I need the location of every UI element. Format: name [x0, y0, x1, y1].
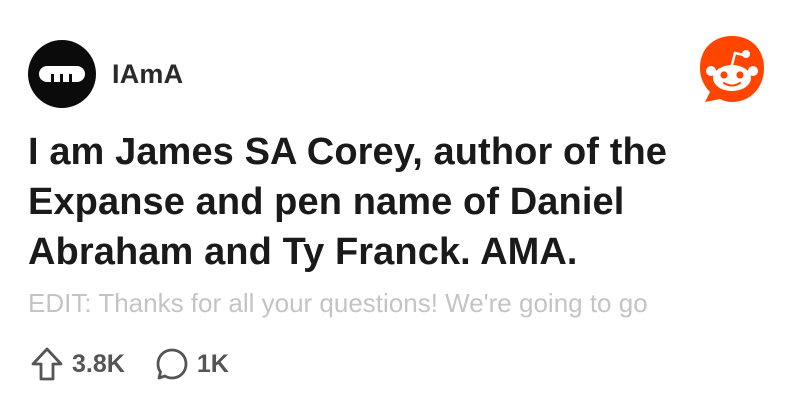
upvote-arrow-icon[interactable]	[30, 346, 64, 382]
comment-stat[interactable]: 1K	[155, 347, 229, 381]
upvote-stat[interactable]: 3.8K	[30, 346, 125, 382]
post-body-preview: EDIT: Thanks for all your questions! We'…	[28, 288, 648, 318]
post-stats: 3.8K 1K	[30, 344, 229, 384]
upvote-count: 3.8K	[72, 349, 125, 378]
reddit-snoo-icon[interactable]	[696, 34, 768, 106]
post-header: IAmA	[28, 40, 183, 108]
comment-bubble-icon[interactable]	[155, 347, 189, 381]
subreddit-avatar[interactable]	[28, 40, 96, 108]
post-title[interactable]: I am James SA Corey, author of the Expan…	[28, 127, 748, 277]
ama-logo-icon	[39, 66, 85, 82]
comment-count: 1K	[196, 349, 229, 378]
reddit-post-card[interactable]: IAmA I am James SA Corey, author of the …	[0, 0, 800, 419]
subreddit-name[interactable]: IAmA	[112, 59, 183, 90]
